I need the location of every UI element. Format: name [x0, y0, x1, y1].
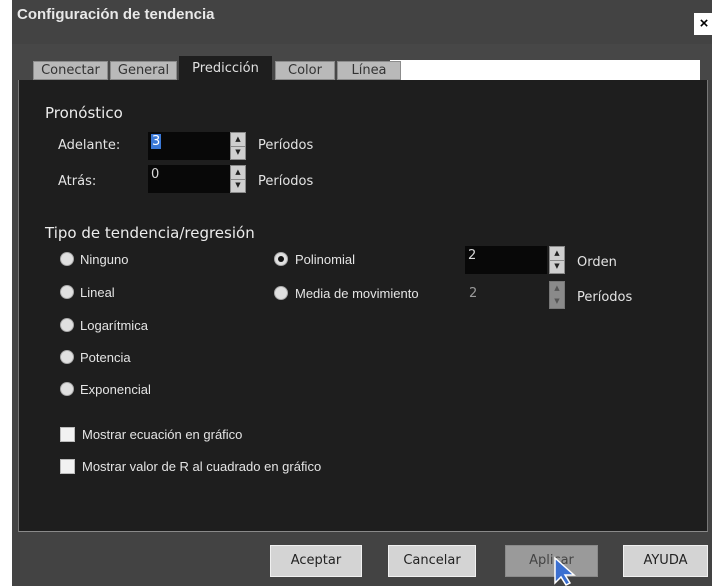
spin-up-icon[interactable]: ▲ [231, 166, 245, 180]
radio-exponencial[interactable] [60, 382, 74, 396]
forward-input[interactable]: 3 [148, 132, 230, 160]
spin-down-icon[interactable]: ▼ [231, 146, 245, 159]
radio-logaritmica[interactable] [60, 318, 74, 332]
title-bar[interactable]: Configuración de tendencia × [12, 0, 712, 38]
forward-value: 3 [151, 134, 162, 149]
backward-spinner[interactable]: ▲ ▼ [230, 165, 246, 193]
help-button[interactable]: AYUDA [623, 545, 708, 577]
show-equation-label: Mostrar ecuación en gráfico [82, 427, 243, 442]
moving-periods-spinner[interactable]: ▲ ▼ [549, 281, 565, 309]
tab-prediccion[interactable]: Predicción [179, 56, 272, 82]
close-button[interactable]: × [694, 13, 712, 35]
order-spinner[interactable]: ▲ ▼ [549, 246, 565, 274]
radio-media-movimiento[interactable] [274, 286, 288, 300]
label-potencia: Potencia [80, 350, 131, 365]
backward-input[interactable]: 0 [148, 165, 230, 193]
backward-periods-label: Períodos [258, 174, 314, 189]
forward-spinner[interactable]: ▲ ▼ [230, 132, 246, 160]
spin-up-icon[interactable]: ▲ [550, 247, 564, 261]
radio-lineal[interactable] [60, 285, 74, 299]
cancel-button[interactable]: Cancelar [388, 545, 476, 577]
spin-down-icon[interactable]: ▼ [231, 179, 245, 192]
label-exponencial: Exponencial [80, 382, 151, 397]
spin-down-icon[interactable]: ▼ [550, 260, 564, 273]
label-logaritmica: Logarítmica [80, 318, 148, 333]
label-ninguno: Ninguno [80, 252, 129, 267]
forward-label: Adelante: [58, 138, 121, 153]
trend-heading: Tipo de tendencia/regresión [45, 224, 255, 242]
show-r2-checkbox[interactable] [60, 459, 75, 474]
tab-general[interactable]: General [110, 61, 177, 80]
label-lineal: Lineal [80, 285, 115, 300]
moving-periods-label: Períodos [577, 290, 633, 305]
radio-potencia[interactable] [60, 350, 74, 364]
tab-linea[interactable]: Línea [337, 61, 401, 80]
show-r2-label: Mostrar valor de R al cuadrado en gráfic… [82, 459, 322, 474]
label-media-movimiento: Media de movimiento [295, 286, 419, 301]
spin-down-icon[interactable]: ▼ [550, 295, 564, 308]
moving-periods-input[interactable]: 2 [469, 286, 477, 301]
show-equation-checkbox[interactable] [60, 427, 75, 442]
backward-label: Atrás: [58, 174, 97, 189]
radio-polinomial[interactable] [274, 252, 288, 266]
tab-strip-background [390, 60, 700, 81]
order-input[interactable]: 2 [465, 246, 547, 274]
radio-ninguno[interactable] [60, 252, 74, 266]
forward-periods-label: Períodos [258, 138, 314, 153]
label-polinomial: Polinomial [295, 252, 355, 267]
spin-up-icon[interactable]: ▲ [550, 282, 564, 296]
forecast-heading: Pronóstico [45, 104, 123, 122]
tab-conectar[interactable]: Conectar [33, 61, 108, 80]
tab-color[interactable]: Color [275, 61, 335, 80]
accept-button[interactable]: Aceptar [270, 545, 362, 577]
mouse-pointer-icon [554, 556, 576, 586]
order-label: Orden [577, 255, 617, 270]
dialog-title: Configuración de tendencia [17, 6, 215, 23]
spin-up-icon[interactable]: ▲ [231, 133, 245, 147]
